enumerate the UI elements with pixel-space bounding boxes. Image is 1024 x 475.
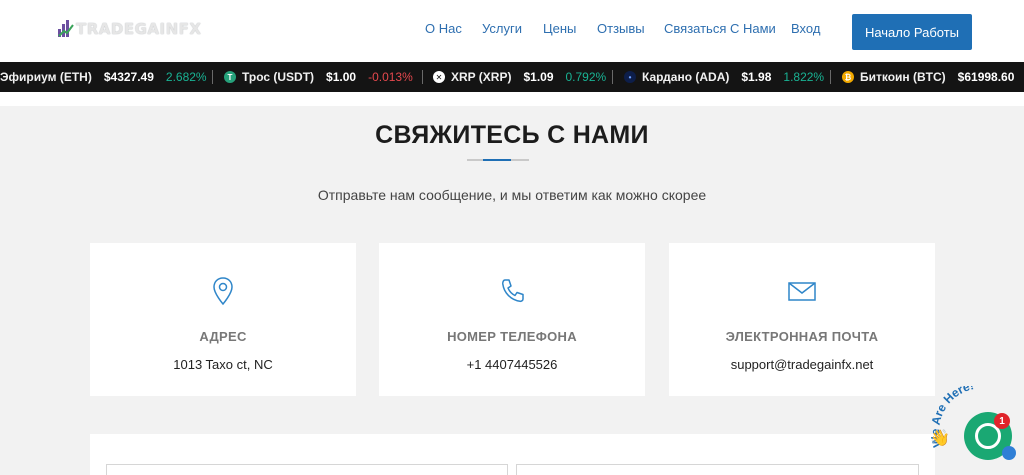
tether-icon: T — [224, 71, 236, 83]
card-value[interactable]: +1 4407445526 — [379, 357, 645, 372]
ticker-divider — [212, 70, 213, 84]
ticker-item: T Трос (USDT) $1.00 -0.013% — [224, 62, 413, 92]
ticker-name: Трос (USDT) — [242, 70, 315, 84]
ticker-name: Биткоин (BTC) — [860, 70, 946, 84]
section-subtitle: Отправьте нам сообщение, и мы ответим ка… — [317, 187, 707, 203]
location-pin-icon — [213, 277, 233, 306]
nav-login[interactable]: Вход — [791, 21, 820, 36]
header-strip — [0, 92, 1024, 106]
ticker-change: 2.682% — [165, 70, 207, 84]
ticker-price: $1.09 — [523, 70, 554, 84]
bitcoin-icon: ₿ — [842, 71, 854, 83]
ticker-price: $4327.49 — [103, 70, 154, 84]
ticker-divider — [830, 70, 831, 84]
section-title: СВЯЖИТЕСЬ С НАМИ — [375, 121, 649, 149]
nav-contact[interactable]: Связаться С Нами — [664, 21, 776, 36]
nav-services[interactable]: Услуги — [482, 21, 522, 36]
ticker-name: Эфириум (ETH) — [0, 70, 92, 84]
ticker-divider — [612, 70, 613, 84]
name-field[interactable] — [106, 464, 508, 475]
waving-hand-icon: 👋 — [930, 430, 950, 447]
ticker-price: $1.98 — [741, 70, 772, 84]
ticker-item: Эфириум (ETH) $4327.49 2.682% — [0, 62, 207, 92]
ticker-item: ₿ Биткоин (BTC) $61998.60 — [842, 62, 1014, 92]
card-value: 1013 Taxo ct, NC — [173, 357, 273, 372]
phone-icon[interactable] — [497, 275, 527, 307]
card-value[interactable]: support@tradegainfx.net — [669, 357, 935, 372]
ticker-name: Кардано (ADA) — [642, 70, 730, 84]
nav-about[interactable]: О Нас — [425, 21, 462, 36]
chat-unread-badge: 1 — [994, 413, 1010, 429]
get-started-button[interactable]: Начало Работы — [852, 14, 972, 50]
envelope-icon[interactable] — [787, 275, 817, 307]
ticker-price: $61998.60 — [957, 70, 1015, 84]
contact-card-phone: НОМЕР ТЕЛЕФОНА +1 4407445526 — [379, 243, 645, 396]
nav-reviews[interactable]: Отзывы — [597, 21, 645, 36]
card-label: ЭЛЕКТРОННАЯ ПОЧТА — [725, 329, 879, 344]
ticker-change: -0.013% — [368, 70, 413, 84]
xrp-icon: ✕ — [433, 71, 445, 83]
ticker-change: 1.822% — [783, 70, 825, 84]
chat-widget[interactable]: We Are Here! 👋 1 — [928, 386, 1024, 475]
chat-status-dot — [1002, 446, 1016, 460]
ticker-name: XRP (XRP) — [451, 70, 512, 84]
site-header: TRADEGAINFX О Нас Услуги Цены Отзывы Свя… — [0, 0, 1024, 62]
ticker-price: $1.00 — [326, 70, 357, 84]
contact-card-email: ЭЛЕКТРОННАЯ ПОЧТА support@tradegainfx.ne… — [669, 243, 935, 396]
card-label: АДРЕС — [199, 329, 247, 344]
contact-card-address: АДРЕС 1013 Taxo ct, NC — [90, 243, 356, 396]
nav-pricing[interactable]: Цены — [543, 21, 576, 36]
ticker-item: • Кардано (ADA) $1.98 1.822% — [624, 62, 824, 92]
crypto-ticker: Эфириум (ETH) $4327.49 2.682% T Трос (US… — [0, 62, 1024, 92]
title-underline — [467, 159, 529, 161]
card-label: НОМЕР ТЕЛЕФОНА — [447, 329, 577, 344]
ticker-divider — [422, 70, 423, 84]
email-field[interactable] — [516, 464, 919, 475]
ticker-item: ✕ XRP (XRP) $1.09 0.792% — [433, 62, 606, 92]
ticker-change: 0.792% — [565, 70, 607, 84]
cardano-icon: • — [624, 71, 636, 83]
